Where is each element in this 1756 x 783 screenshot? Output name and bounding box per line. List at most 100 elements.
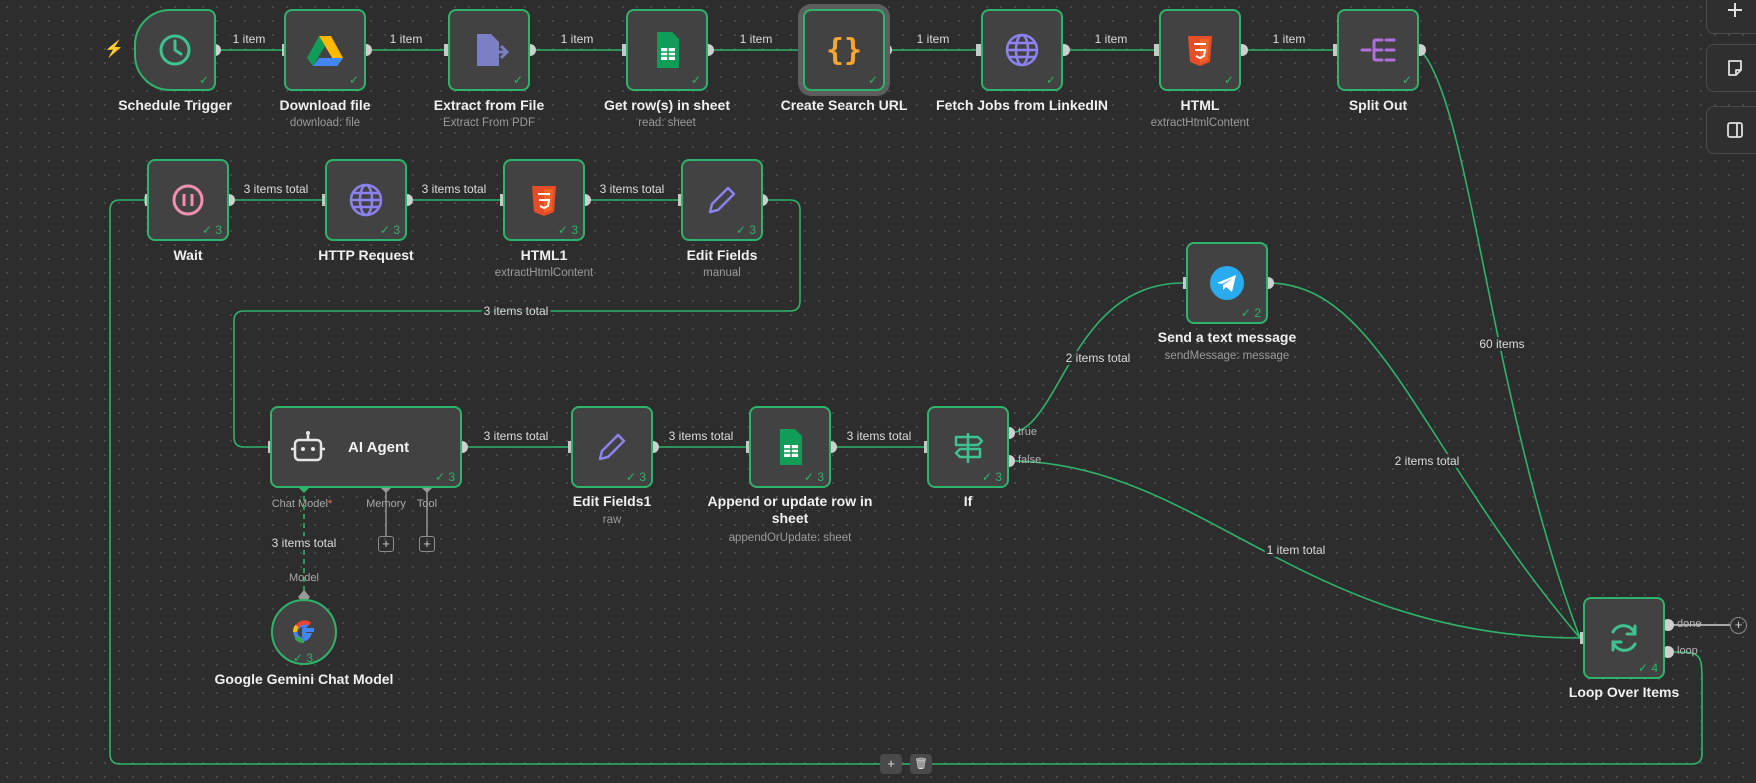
add-node-on-connection-button[interactable]: + bbox=[880, 754, 902, 774]
node-edit-fields1[interactable]: ✓ 3 bbox=[571, 406, 653, 488]
success-check-icon: ✓ bbox=[512, 73, 523, 87]
node-title: AI Agent bbox=[348, 438, 410, 456]
edge-label: 1 item bbox=[737, 32, 775, 46]
split-out-icon bbox=[1356, 28, 1400, 72]
node-http-request[interactable]: ✓ 3 bbox=[325, 159, 407, 241]
google-sheets-icon bbox=[645, 28, 689, 72]
google-g-icon bbox=[282, 610, 326, 654]
node-split-out[interactable]: ✓ bbox=[1337, 9, 1419, 91]
node-html[interactable]: ✓ bbox=[1159, 9, 1241, 91]
node-download-file[interactable]: ✓ bbox=[284, 9, 366, 91]
node-label: Wait bbox=[173, 247, 203, 263]
html5-icon bbox=[1178, 28, 1222, 72]
node-subtitle: raw bbox=[602, 514, 622, 526]
edge-label: 3 items total bbox=[269, 536, 339, 550]
node-label: HTTP Request bbox=[318, 247, 414, 263]
success-check-icon: ✓ bbox=[1401, 73, 1412, 87]
node-subtitle: Extract From PDF bbox=[442, 117, 535, 129]
globe-icon bbox=[344, 178, 388, 222]
node-label: Google Gemini Chat Model bbox=[214, 671, 394, 687]
file-extract-icon bbox=[467, 28, 511, 72]
node-loop-over-items[interactable]: ✓ 4 bbox=[1583, 597, 1665, 679]
edge-label: 3 items total bbox=[844, 429, 914, 443]
node-edit-fields[interactable]: ✓ 3 bbox=[681, 159, 763, 241]
clock-icon bbox=[153, 28, 197, 72]
edge-label: 2 items total bbox=[1063, 351, 1133, 365]
edge-label: 60 items bbox=[1477, 337, 1527, 351]
signpost-icon bbox=[946, 425, 990, 469]
node-subtitle: download: file bbox=[289, 117, 361, 129]
success-count: ✓ 3 bbox=[292, 651, 313, 665]
toggle-panel-button[interactable] bbox=[1706, 106, 1756, 154]
success-count: ✓ 4 bbox=[1637, 661, 1658, 675]
pause-icon bbox=[166, 178, 210, 222]
tool-slot-label: Tool bbox=[416, 498, 438, 510]
node-append-row[interactable]: ✓ 3 bbox=[749, 406, 831, 488]
edge-label: 1 item bbox=[914, 32, 952, 46]
node-html1[interactable]: ✓ 3 bbox=[503, 159, 585, 241]
refresh-icon bbox=[1602, 616, 1646, 660]
edge-label: 3 items total bbox=[481, 304, 551, 318]
node-label: HTML bbox=[1180, 97, 1220, 113]
success-count: ✓ 2 bbox=[1240, 306, 1261, 320]
robot-icon bbox=[286, 425, 330, 469]
node-google-gemini[interactable]: ✓ 3 bbox=[271, 599, 337, 665]
pencil-icon bbox=[700, 178, 744, 222]
if-false-port-label: false bbox=[1018, 454, 1042, 466]
edge-label: 1 item bbox=[387, 32, 425, 46]
success-check-icon: ✓ bbox=[867, 73, 878, 87]
chat-model-slot-label: Chat Model* bbox=[271, 498, 333, 510]
node-send-text-message[interactable]: ✓ 2 bbox=[1186, 242, 1268, 324]
edge-label: 3 items total bbox=[666, 429, 736, 443]
node-subtitle: sendMessage: message bbox=[1164, 350, 1290, 362]
success-check-icon: ✓ bbox=[690, 73, 701, 87]
html5-icon bbox=[522, 178, 566, 222]
edge-label: 3 items total bbox=[241, 182, 311, 196]
node-label: Split Out bbox=[1348, 97, 1408, 113]
node-fetch-jobs-linkedin[interactable]: ✓ bbox=[981, 9, 1063, 91]
success-count: ✓ 3 bbox=[434, 470, 455, 484]
node-label: Get row(s) in sheet bbox=[603, 97, 731, 113]
loop-loop-port-label: loop bbox=[1677, 645, 1698, 657]
delete-connection-button[interactable]: 🗑 bbox=[910, 754, 932, 774]
success-count: ✓ 3 bbox=[201, 223, 222, 237]
edge-label: 2 items total bbox=[1392, 454, 1462, 468]
edge-label: 1 item bbox=[1270, 32, 1308, 46]
node-get-rows-in-sheet[interactable]: ✓ bbox=[626, 9, 708, 91]
memory-slot-label: Memory bbox=[366, 498, 406, 510]
node-if[interactable]: ✓ 3 bbox=[927, 406, 1009, 488]
telegram-icon bbox=[1205, 261, 1249, 305]
node-ai-agent[interactable]: AI Agent ✓ 3 bbox=[270, 406, 462, 488]
panel-icon bbox=[1727, 122, 1743, 138]
node-subtitle: manual bbox=[703, 267, 741, 279]
success-count: ✓ 3 bbox=[735, 223, 756, 237]
node-label: Edit Fields1 bbox=[572, 493, 652, 509]
add-node-button[interactable] bbox=[1706, 0, 1756, 34]
node-label: Append or update row in sheet bbox=[707, 493, 873, 526]
edge-label: 3 items total bbox=[597, 182, 667, 196]
success-check-icon: ✓ bbox=[198, 73, 209, 87]
plus-icon bbox=[1728, 3, 1742, 17]
node-subtitle: appendOrUpdate: sheet bbox=[728, 532, 852, 544]
sticky-note-button[interactable] bbox=[1706, 44, 1756, 92]
node-subtitle: extractHtmlContent bbox=[494, 267, 594, 279]
google-drive-icon bbox=[303, 28, 347, 72]
edge-label: 1 item bbox=[558, 32, 596, 46]
edge-label: 3 items total bbox=[481, 429, 551, 443]
node-label: Fetch Jobs from LinkedIN bbox=[936, 97, 1108, 113]
node-schedule-trigger[interactable]: ✓ bbox=[134, 9, 216, 91]
add-tool-button[interactable]: + bbox=[419, 536, 435, 552]
node-wait[interactable]: ✓ 3 bbox=[147, 159, 229, 241]
node-create-search-url[interactable]: {} ✓ bbox=[803, 9, 885, 91]
edge-label: 1 item bbox=[1092, 32, 1130, 46]
success-check-icon: ✓ bbox=[1223, 73, 1234, 87]
add-node-after-done-button[interactable]: + bbox=[1730, 617, 1747, 634]
add-memory-button[interactable]: + bbox=[378, 536, 394, 552]
globe-icon bbox=[1000, 28, 1044, 72]
loop-done-port-label: done bbox=[1677, 618, 1702, 630]
node-label: Edit Fields bbox=[686, 247, 758, 263]
node-label: Send a text message bbox=[1157, 329, 1297, 345]
code-braces-icon: {} bbox=[825, 32, 863, 68]
node-label: Extract from File bbox=[433, 97, 545, 113]
node-extract-from-file[interactable]: ✓ bbox=[448, 9, 530, 91]
